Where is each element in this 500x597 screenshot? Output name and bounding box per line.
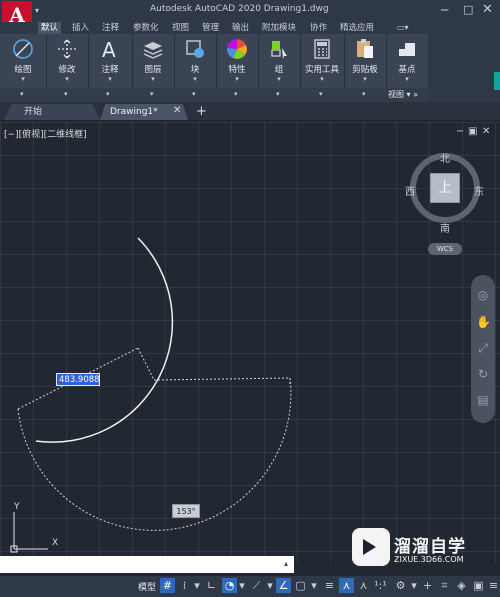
customize-menu-icon[interactable]: ≡ [486,578,500,593]
tab-start[interactable]: 开始 [4,104,100,120]
chevron-down-icon[interactable]: ▾ [276,90,280,98]
tab-insert[interactable]: 插入 [72,22,89,34]
object-snap-tracking-icon[interactable]: ∠ [276,578,291,593]
chevron-down-icon[interactable]: ▾ [266,578,274,593]
ribbon-group-label: 基点 [398,65,416,75]
maximize-button[interactable]: □ [463,3,473,16]
ucs-y-label: Y [14,502,20,512]
ribbon-group-label: 实用工具 [304,65,339,75]
ribbon-group-label: 块 [190,65,200,75]
grid-toggle-icon[interactable]: # [160,578,175,593]
clean-screen-icon[interactable]: ▣ [471,578,486,593]
workspace-gear-icon[interactable]: ⚙ [393,578,408,593]
watermark-title: 溜溜自学 [394,537,466,557]
drawing-geometry [10,237,292,553]
close-window-button[interactable]: ✕ [482,2,493,17]
window-title: Autodesk AutoCAD 2020 Drawing1.dwg [150,4,329,14]
rubberband-line [153,377,291,381]
chevron-down-icon[interactable]: ▾ [20,90,24,98]
group-icon [271,41,287,59]
chevron-down-icon: ▾ [21,75,25,83]
draw-icon [13,39,33,59]
tab-featured-apps[interactable]: 精选应用 [340,22,374,34]
chevron-down-icon: ▾ [235,75,239,83]
command-history-dropdown-icon[interactable]: ▴ [284,559,288,568]
tab-manage[interactable]: 管理 [202,22,219,34]
annotation-scale-icon[interactable]: ⋏ [339,578,354,593]
ribbon-group-label: 图层 [144,65,162,75]
isolate-objects-icon[interactable]: ◈ [454,578,469,593]
utilities-icon [314,39,330,59]
chevron-down-icon: ▾ [151,75,155,83]
snap-mode-icon[interactable]: ⁞ [177,578,192,593]
basepoint-icon [399,43,415,56]
chevron-down-icon: ▾ [193,75,197,83]
chevron-down-icon[interactable]: ▾ [106,90,110,98]
arc-preview [17,377,292,531]
accent-marker [494,72,500,90]
model-space-button[interactable]: 模型 [138,580,156,593]
chevron-down-icon[interactable]: ▾ [192,90,196,98]
chevron-down-icon[interactable]: ▾ [319,90,323,98]
tab-collaborate[interactable]: 协作 [310,22,327,34]
ribbon-group-label: 绘图 [14,65,32,75]
chevron-down-icon: ▾ [320,75,324,83]
view-panel-dropdown[interactable]: 视图 ▾ » [388,89,418,100]
new-tab-button[interactable]: + [196,104,207,119]
watermark-url: ZIXUE.3D66.COM [394,555,464,564]
ribbon-group-label: 组 [274,65,284,75]
clipboard-icon [357,39,373,58]
polar-tracking-icon[interactable]: ◔ [222,578,237,593]
lineweight-icon[interactable]: ≡ [322,578,337,593]
annotate-icon: A [102,38,116,60]
minimize-button[interactable]: ─ [441,3,448,17]
command-line-input[interactable] [0,556,294,573]
angle-tooltip: 153° [172,504,200,518]
modify-icon [58,39,76,59]
chevron-down-icon: ▾ [108,75,112,83]
play-icon [363,539,376,555]
tab-view[interactable]: 视图 [172,22,189,34]
ribbon-display-toggle[interactable]: ▭▾ [397,22,409,34]
chevron-down-icon[interactable]: ▾ [362,90,366,98]
chevron-down-icon: ▾ [363,75,367,83]
tab-output[interactable]: 输出 [232,22,249,34]
tab-addins[interactable]: 附加模块 [262,22,296,34]
close-tab-icon[interactable]: ✕ [173,105,181,116]
ortho-mode-icon[interactable]: ∟ [204,578,219,593]
isometric-drafting-icon[interactable]: ⟋ [249,578,264,593]
chevron-down-icon: ▾ [65,75,69,83]
chevron-down-icon[interactable]: ▾ [193,578,201,593]
object-snap-icon[interactable]: ▢ [293,578,308,593]
quick-access-dropdown-icon[interactable]: ▾ [35,6,39,15]
rubberband-line [137,347,155,381]
properties-icon [226,38,247,59]
ribbon-group-label: 剪贴板 [352,65,378,75]
ucs-x-label: X [52,538,59,548]
ribbon-group-label: 特性 [228,65,246,75]
chevron-down-icon[interactable]: ▾ [150,90,154,98]
chevron-down-icon[interactable]: ▾ [410,578,418,593]
ribbon-empty-area [428,34,500,102]
chevron-down-icon[interactable]: ▾ [64,90,68,98]
chevron-down-icon[interactable]: ▾ [234,90,238,98]
scale-ratio-icon[interactable]: ¹:¹ [373,578,388,593]
units-icon[interactable]: ⌗ [437,578,452,593]
chevron-down-icon: ▾ [405,75,409,83]
tab-parametric[interactable]: 参数化 [133,22,159,34]
chevron-down-icon: ▾ [277,75,281,83]
arc-entity [35,237,174,443]
tab-default[interactable]: 默认 [38,22,62,34]
tab-annotate[interactable]: 注释 [102,22,119,34]
chevron-down-icon[interactable]: ▾ [310,578,318,593]
annotation-visibility-icon[interactable]: ⋏ [356,578,371,593]
svg-text:A: A [102,38,116,60]
dynamic-input-length[interactable]: 483.9088 [56,373,100,386]
layers-icon [143,42,163,59]
block-icon [186,40,204,58]
ribbon-group-label: 修改 [58,65,76,75]
chevron-down-icon[interactable]: ▾ [238,578,246,593]
annotation-monitor-icon[interactable]: + [420,578,435,593]
ribbon-group-label: 注释 [101,65,119,75]
